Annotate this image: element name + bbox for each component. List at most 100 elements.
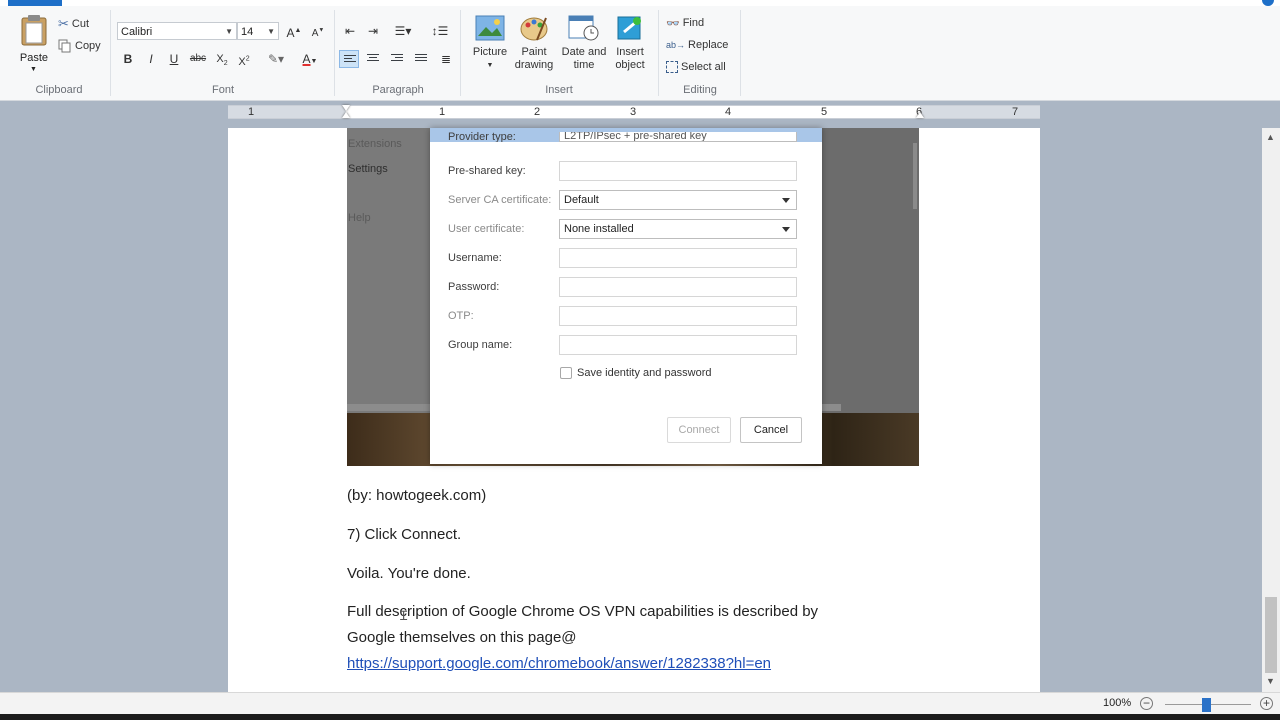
image-caption: (by: howtogeek.com) xyxy=(347,487,487,504)
superscript-icon: X2 xyxy=(238,55,250,68)
align-left-icon xyxy=(344,55,356,65)
embedded-settings-sidebar: Extensions Settings Help xyxy=(347,128,430,413)
underline-button[interactable]: U xyxy=(164,50,184,68)
support-link[interactable]: https://support.google.com/chromebook/an… xyxy=(347,651,771,677)
scroll-up-icon[interactable]: ▲ xyxy=(1266,132,1275,142)
underline-icon: U xyxy=(169,52,179,66)
ruler-number: 7 xyxy=(1012,106,1019,118)
cancel-button[interactable]: Cancel xyxy=(740,417,802,443)
increase-indent-button[interactable]: ⇥ xyxy=(363,22,383,40)
select-all-button[interactable]: Select all xyxy=(666,58,726,76)
insert-group-label: Insert xyxy=(545,84,573,96)
user-certificate-label: User certificate: xyxy=(448,223,525,235)
replace-button[interactable]: ab→ Replace xyxy=(666,36,728,54)
first-line-indent-marker[interactable] xyxy=(342,105,350,111)
pre-shared-key-label: Pre-shared key: xyxy=(448,165,526,177)
otp-field[interactable] xyxy=(559,306,797,326)
paste-label: Paste xyxy=(19,52,49,64)
find-button[interactable]: 👓 Find xyxy=(666,14,704,32)
subscript-button[interactable]: X2 xyxy=(212,50,232,68)
find-label: Find xyxy=(682,17,705,29)
paint-drawing-label: Paint drawing xyxy=(514,46,554,71)
font-family-value: Calibri xyxy=(121,26,153,38)
paste-dropdown-icon[interactable]: ▼ xyxy=(30,66,37,73)
save-identity-checkbox[interactable] xyxy=(560,367,572,379)
date-time-button[interactable]: Date and time xyxy=(558,14,610,72)
replace-label: Replace xyxy=(688,39,729,51)
password-field[interactable] xyxy=(559,277,797,297)
date-time-label: Date and time xyxy=(561,46,607,71)
shrink-font-button[interactable]: A▼ xyxy=(308,22,328,40)
ruler-number: 1 xyxy=(439,106,446,118)
paragraph-settings-button[interactable]: ≣ xyxy=(436,50,456,68)
line-spacing-button[interactable]: ↕☰ xyxy=(425,22,455,40)
group-name-label: Group name: xyxy=(448,339,513,351)
chevron-down-icon xyxy=(782,198,790,203)
paint-drawing-button[interactable]: Paint drawing xyxy=(510,14,558,72)
chevron-down-icon: ▼ xyxy=(486,62,494,69)
cut-label: Cut xyxy=(71,18,90,30)
replace-icon: ab→ xyxy=(666,40,686,50)
calendar-clock-icon xyxy=(568,15,599,41)
vertical-scrollbar[interactable]: ▲ ▼ xyxy=(1262,128,1280,692)
picture-icon xyxy=(475,15,505,41)
username-field[interactable] xyxy=(559,248,797,268)
zoom-slider-thumb[interactable] xyxy=(1202,698,1211,712)
paste-button[interactable]: Paste ▼ xyxy=(16,14,52,78)
bold-button[interactable]: B xyxy=(118,50,138,68)
align-center-button[interactable] xyxy=(363,50,383,68)
zoom-in-button[interactable]: + xyxy=(1260,697,1273,710)
right-indent-marker[interactable] xyxy=(916,112,924,118)
chevron-down-icon: ▼ xyxy=(225,27,233,36)
insert-object-button[interactable]: Insert object xyxy=(608,14,652,72)
ruler-number: 2 xyxy=(534,106,541,118)
group-divider xyxy=(658,10,659,96)
scroll-down-icon[interactable]: ▼ xyxy=(1266,676,1275,686)
ruler-number: 1 xyxy=(248,106,255,118)
highlighter-icon: ✎▾ xyxy=(267,52,285,66)
user-certificate-select[interactable]: None installed xyxy=(559,219,797,239)
highlight-color-button[interactable]: ✎▾ xyxy=(262,50,290,68)
font-family-select[interactable]: Calibri ▼ xyxy=(117,22,237,40)
grow-font-button[interactable]: A▲ xyxy=(284,22,304,40)
zoom-out-button[interactable]: − xyxy=(1140,697,1153,710)
group-name-field[interactable] xyxy=(559,335,797,355)
server-ca-select[interactable]: Default xyxy=(559,190,797,210)
ruler[interactable]: 1 1 2 3 4 5 6 7 xyxy=(228,105,1040,119)
italic-button[interactable]: I xyxy=(141,50,161,68)
copy-label: Copy xyxy=(75,40,101,52)
paste-icon xyxy=(21,15,47,46)
font-size-select[interactable]: 14 ▼ xyxy=(237,22,279,40)
embedded-menu-item: Extensions xyxy=(348,138,402,150)
justify-button[interactable] xyxy=(411,50,431,68)
step-seven-text: 7) Click Connect. xyxy=(347,526,462,543)
bullets-button[interactable]: ☰▾ xyxy=(388,22,418,40)
minus-icon: − xyxy=(1142,696,1150,710)
align-right-icon xyxy=(391,54,403,64)
italic-icon: I xyxy=(149,52,153,66)
cut-button[interactable]: ✂ Cut xyxy=(58,15,89,33)
picture-button[interactable]: Picture ▼ xyxy=(468,14,512,72)
align-left-button[interactable] xyxy=(339,50,359,68)
copy-button[interactable]: Copy xyxy=(58,37,101,55)
chevron-down-icon: ▼ xyxy=(267,27,275,36)
pre-shared-key-field[interactable] xyxy=(559,161,797,181)
insert-object-label: Insert object xyxy=(615,46,645,71)
status-bar: 100% − + xyxy=(0,692,1280,715)
strikethrough-button[interactable]: abc xyxy=(188,50,208,68)
scrollbar-thumb[interactable] xyxy=(1265,597,1277,673)
text-color-button[interactable]: A▼ xyxy=(296,50,324,68)
bold-icon: B xyxy=(123,52,133,66)
align-right-button[interactable] xyxy=(387,50,407,68)
connect-button[interactable]: Connect xyxy=(667,417,731,443)
hanging-indent-marker[interactable] xyxy=(342,112,350,118)
clipboard-group-label: Clipboard xyxy=(35,84,83,96)
decrease-indent-button[interactable]: ⇤ xyxy=(340,22,360,40)
provider-type-select[interactable]: L2TP/IPsec + pre-shared key xyxy=(559,132,797,142)
user-certificate-value: None installed xyxy=(564,223,634,235)
grow-font-icon: A▲ xyxy=(286,26,302,40)
embedded-menu-item: Help xyxy=(348,212,371,224)
ruler-left-margin xyxy=(228,106,346,118)
picture-label: Picture xyxy=(472,46,508,58)
superscript-button[interactable]: X2 xyxy=(234,50,254,68)
